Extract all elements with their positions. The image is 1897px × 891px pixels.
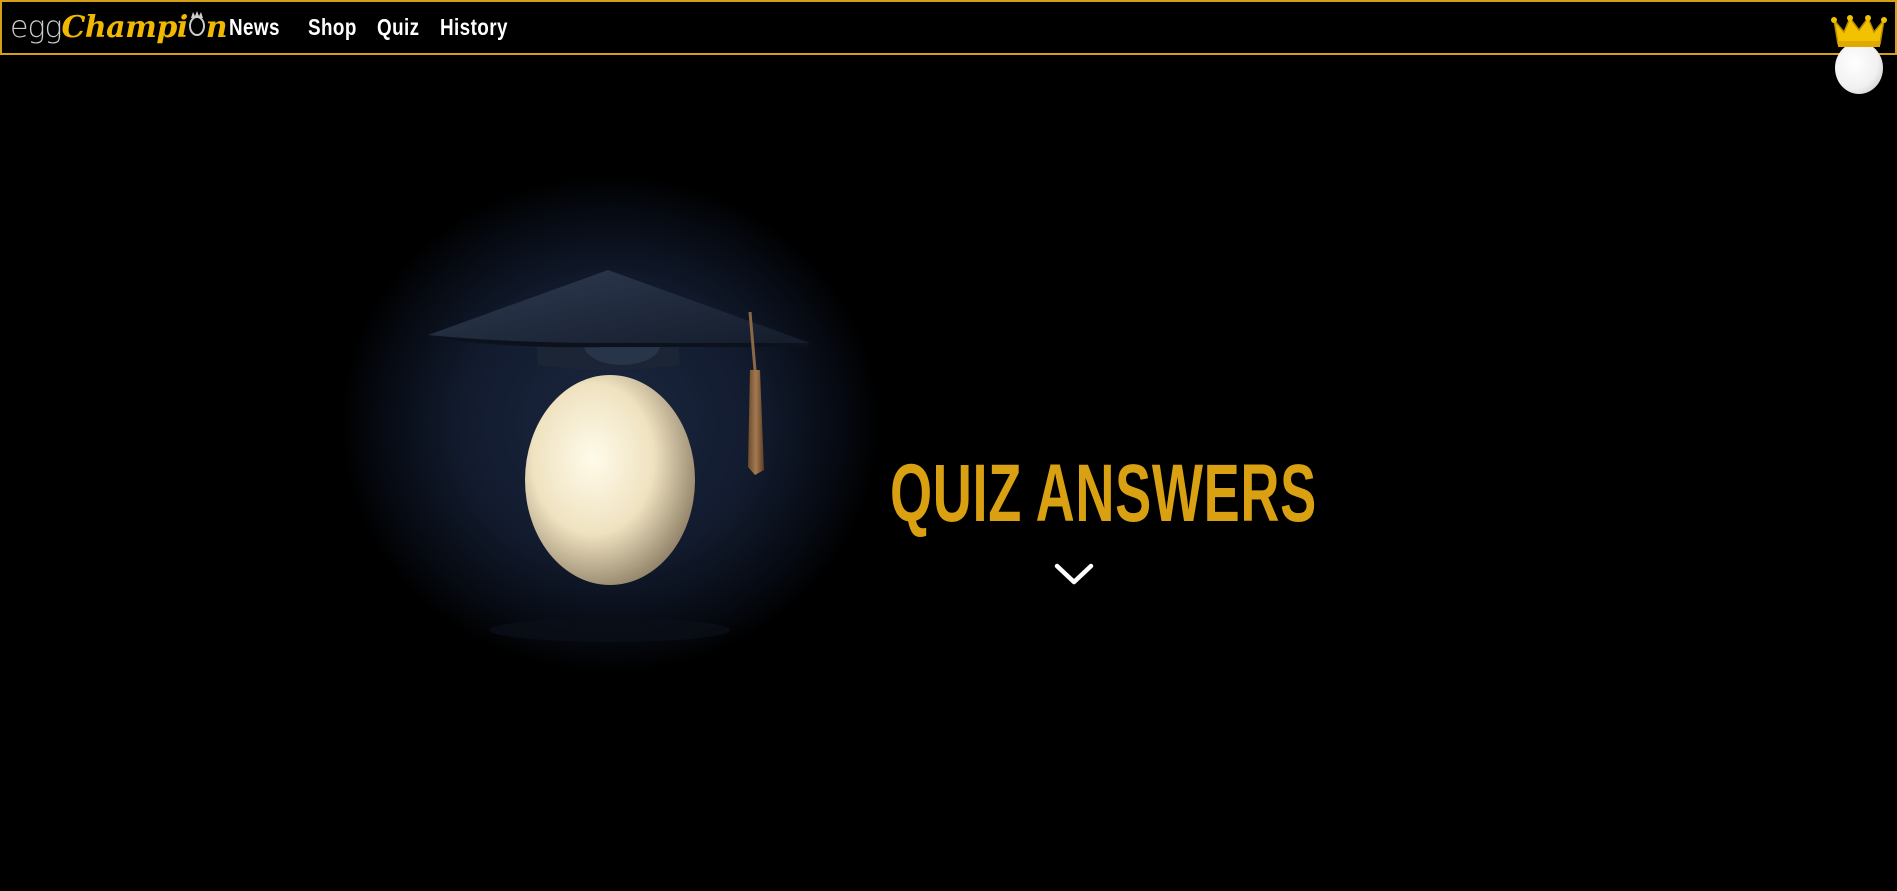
egg-graduation-cap-image <box>340 175 880 673</box>
logo-champion-main: Champi <box>61 10 188 45</box>
page-title: QUIZ ANSWERS <box>890 448 1317 539</box>
chevron-down-icon[interactable] <box>1054 562 1094 588</box>
nav-link-history[interactable]: History <box>440 14 507 41</box>
nav-link-quiz[interactable]: Quiz <box>377 14 419 41</box>
nav-link-shop[interactable]: Shop <box>308 14 356 41</box>
logo-o-egg-glyph <box>188 11 206 39</box>
site-logo[interactable]: egg Champi n <box>10 10 228 48</box>
logo-champion-tail: n <box>205 10 228 45</box>
crowned-egg-icon[interactable] <box>1828 10 1890 94</box>
logo-egg-text: egg <box>10 10 62 45</box>
nav-link-news[interactable]: News <box>229 14 280 41</box>
logo-champion-text: Champi n <box>61 10 227 45</box>
top-navbar: egg Champi n News Shop Quiz History <box>0 0 1897 55</box>
main-nav: News Shop Quiz History <box>229 14 527 41</box>
